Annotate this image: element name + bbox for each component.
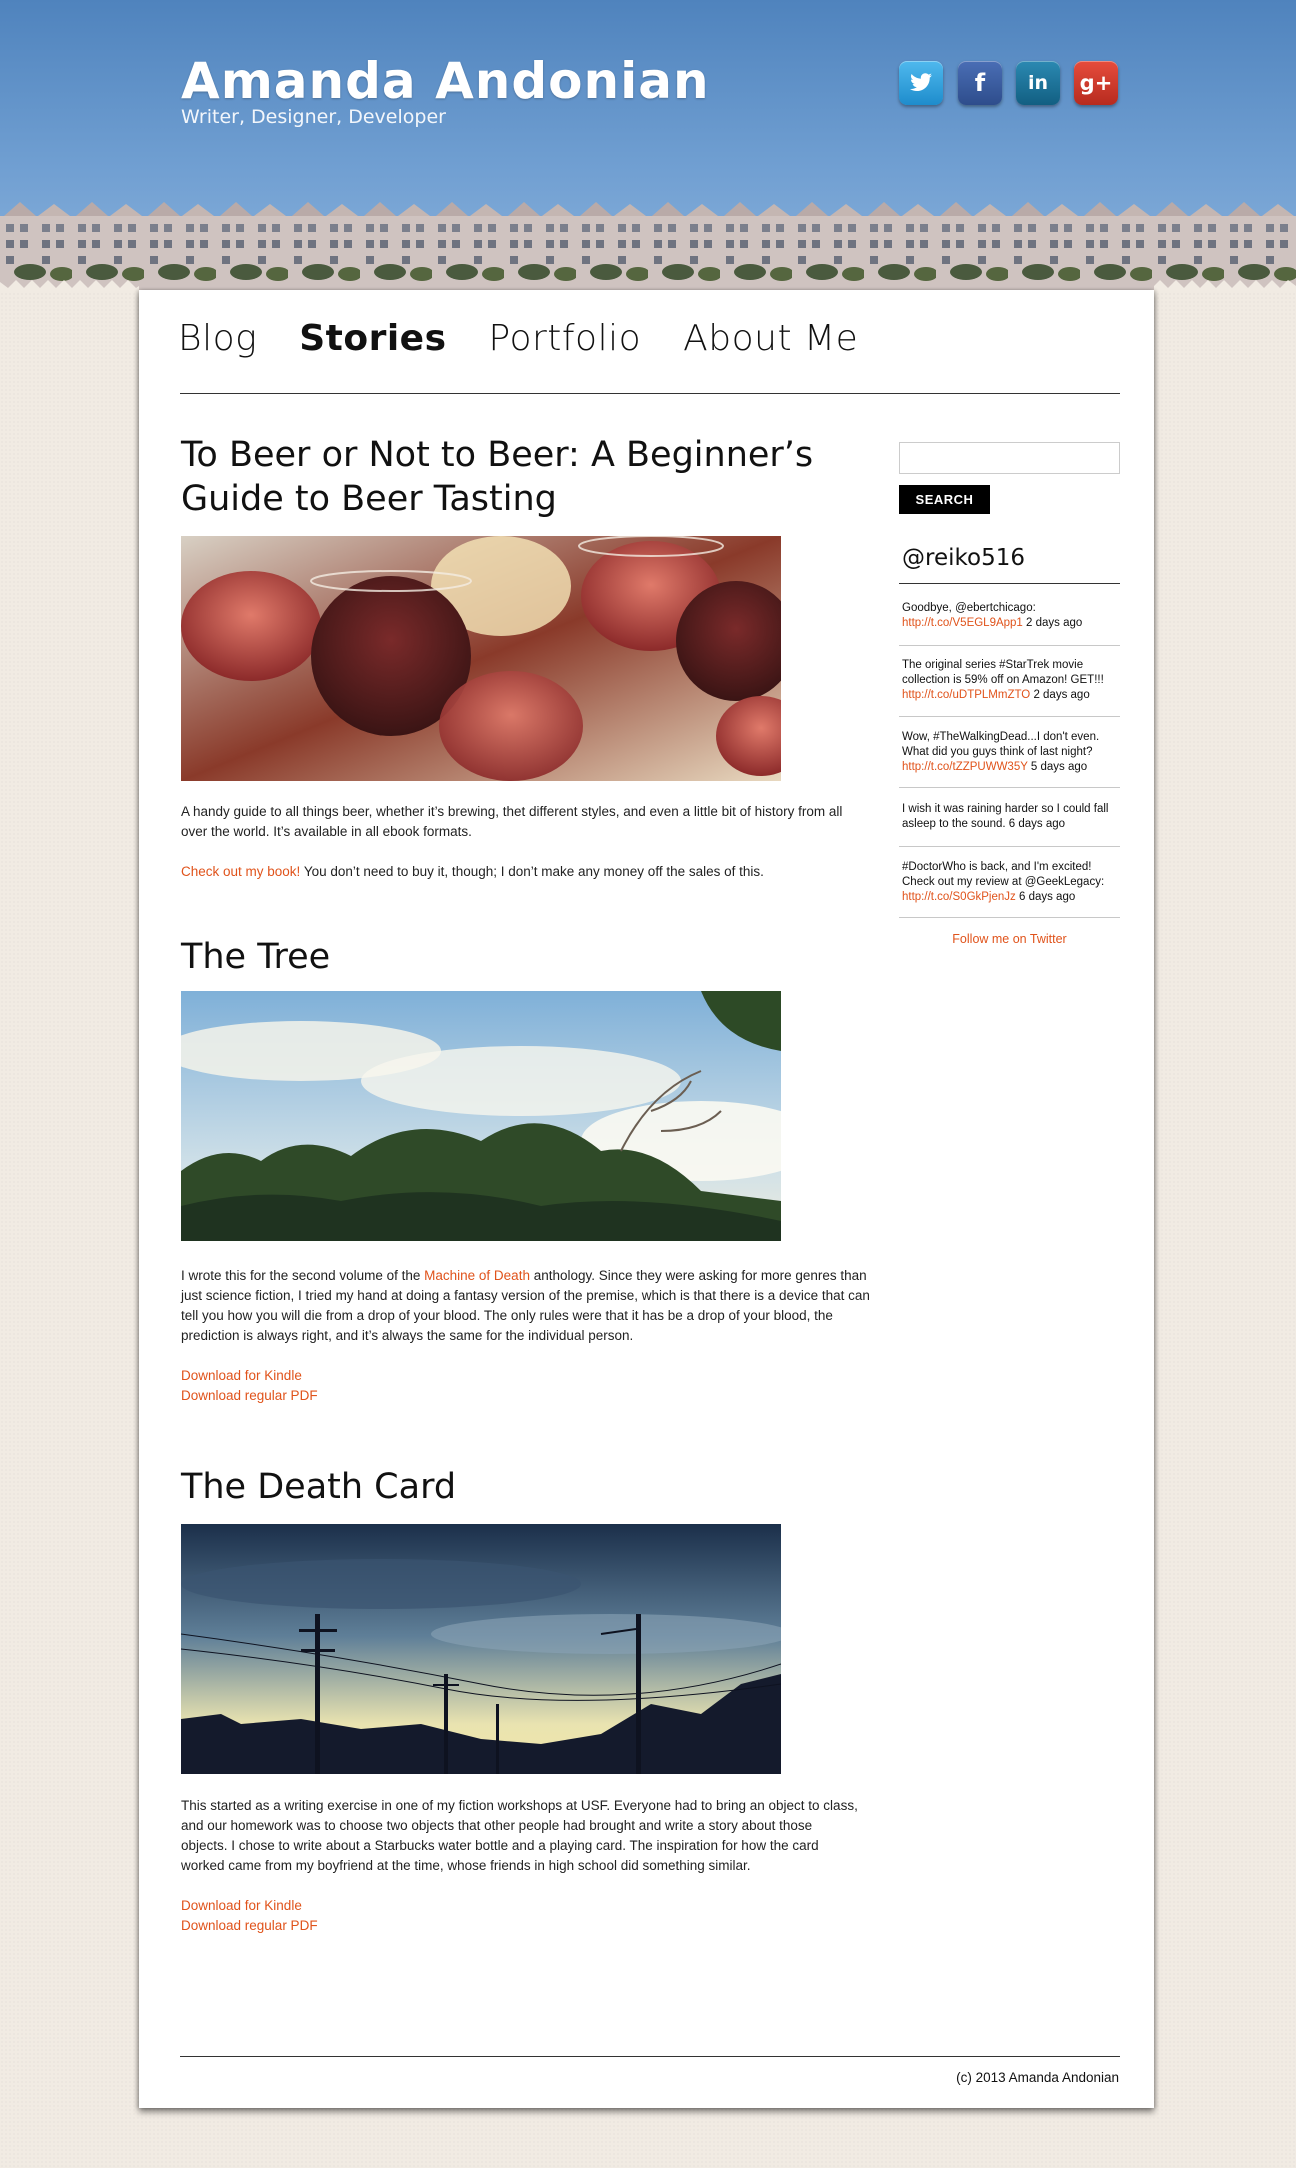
nav-blog[interactable]: Blog <box>178 318 257 368</box>
facebook-icon[interactable]: f <box>958 61 1002 105</box>
post-title-death-card[interactable]: The Death Card <box>181 1465 821 1509</box>
tweet-time: 2 days ago <box>1022 617 1083 629</box>
death-card-download-kindle-link[interactable]: Download for Kindle <box>181 1896 318 1916</box>
tree-download-kindle-link[interactable]: Download for Kindle <box>181 1366 318 1386</box>
nav-about-me[interactable]: About Me <box>683 318 858 368</box>
twitter-icon[interactable] <box>899 61 943 105</box>
tweet-divider <box>899 716 1120 717</box>
linkedin-icon[interactable]: in <box>1016 61 1060 105</box>
beer-glasses-image <box>181 536 781 781</box>
nav-portfolio[interactable]: Portfolio <box>489 318 642 368</box>
tweet-time: 6 days ago <box>1015 891 1076 903</box>
death-card-downloads: Download for Kindle Download regular PDF <box>181 1896 318 1936</box>
linkedin-glyph: in <box>1027 72 1049 94</box>
post-cta-text: You don’t need to buy it, though; I don’… <box>300 864 764 879</box>
check-out-book-link[interactable]: Check out my book! <box>181 864 300 879</box>
post-text-tree-before: I wrote this for the second volume of th… <box>181 1268 425 1283</box>
post-title-tree[interactable]: The Tree <box>181 935 821 979</box>
post-text-tree: I wrote this for the second volume of th… <box>181 1266 881 1346</box>
google-plus-icon[interactable]: g+ <box>1074 61 1118 105</box>
tweet-divider <box>899 917 1120 918</box>
site-header: Amanda Andonian Writer, Designer, Develo… <box>0 0 1296 292</box>
tweet: The original series #StarTrek movie coll… <box>902 658 1120 703</box>
search-input[interactable] <box>899 442 1120 474</box>
post-title-beer[interactable]: To Beer or Not to Beer: A Beginner’s Gui… <box>181 433 821 521</box>
follow-on-twitter-link[interactable]: Follow me on Twitter <box>899 932 1120 946</box>
tree-download-pdf-link[interactable]: Download regular PDF <box>181 1386 318 1406</box>
twitter-handle[interactable]: @reiko516 <box>902 545 1025 571</box>
tweet-link[interactable]: http://t.co/tZZPUWW35Y <box>902 761 1028 773</box>
post-text-beer: A handy guide to all things beer, whethe… <box>181 804 843 839</box>
tweet-divider <box>899 787 1120 788</box>
tweet-text: Wow, #TheWalkingDead...I don't even. Wha… <box>902 731 1100 758</box>
twitter-handle-divider <box>899 583 1120 584</box>
buildings-banner <box>0 196 1296 292</box>
sunset-power-lines-image <box>181 1524 781 1774</box>
site-title[interactable]: Amanda Andonian <box>181 52 710 110</box>
site-tagline: Writer, Designer, Developer <box>181 106 446 128</box>
tweet-link[interactable]: http://t.co/S0GkPjenJz <box>902 891 1016 903</box>
tweet: #DoctorWho is back, and I'm excited! Che… <box>902 860 1120 905</box>
nav-divider <box>180 393 1120 394</box>
tweet-divider <box>899 645 1120 646</box>
tweet-text: #DoctorWho is back, and I'm excited! Che… <box>902 861 1105 888</box>
footer-divider <box>180 2056 1120 2057</box>
tweet-time: 6 days ago <box>1005 818 1066 830</box>
nav-stories[interactable]: Stories <box>299 318 446 368</box>
tree-image <box>181 991 781 1241</box>
search-button[interactable]: SEARCH <box>899 485 990 514</box>
main-nav: Blog Stories Portfolio About Me <box>178 318 900 368</box>
tweet: I wish it was raining harder so I could … <box>902 802 1120 832</box>
tweet-link[interactable]: http://t.co/uDTPLMmZTO <box>902 689 1030 701</box>
facebook-glyph: f <box>974 69 986 97</box>
tweet-time: 5 days ago <box>1027 761 1088 773</box>
google-plus-glyph: g+ <box>1079 71 1113 95</box>
copyright: (c) 2013 Amanda Andonian <box>956 2070 1119 2085</box>
tree-downloads: Download for Kindle Download regular PDF <box>181 1366 318 1406</box>
tweet-divider <box>899 846 1120 847</box>
machine-of-death-link[interactable]: Machine of Death <box>424 1268 530 1283</box>
tweet-text: Goodbye, @ebertchicago: <box>902 602 1036 614</box>
tweet-time: 2 days ago <box>1030 689 1090 701</box>
post-cta-beer: Check out my book! You don’t need to buy… <box>181 862 881 882</box>
tweet: Goodbye, @ebertchicago: http://t.co/V5EG… <box>902 601 1120 631</box>
post-text-death-card: This started as a writing exercise in on… <box>181 1798 858 1873</box>
death-card-download-pdf-link[interactable]: Download regular PDF <box>181 1916 318 1936</box>
tweet-text: The original series #StarTrek movie coll… <box>902 659 1104 686</box>
tweet: Wow, #TheWalkingDead...I don't even. Wha… <box>902 730 1120 775</box>
tweet-link[interactable]: http://t.co/V5EGL9App1 <box>902 617 1023 629</box>
